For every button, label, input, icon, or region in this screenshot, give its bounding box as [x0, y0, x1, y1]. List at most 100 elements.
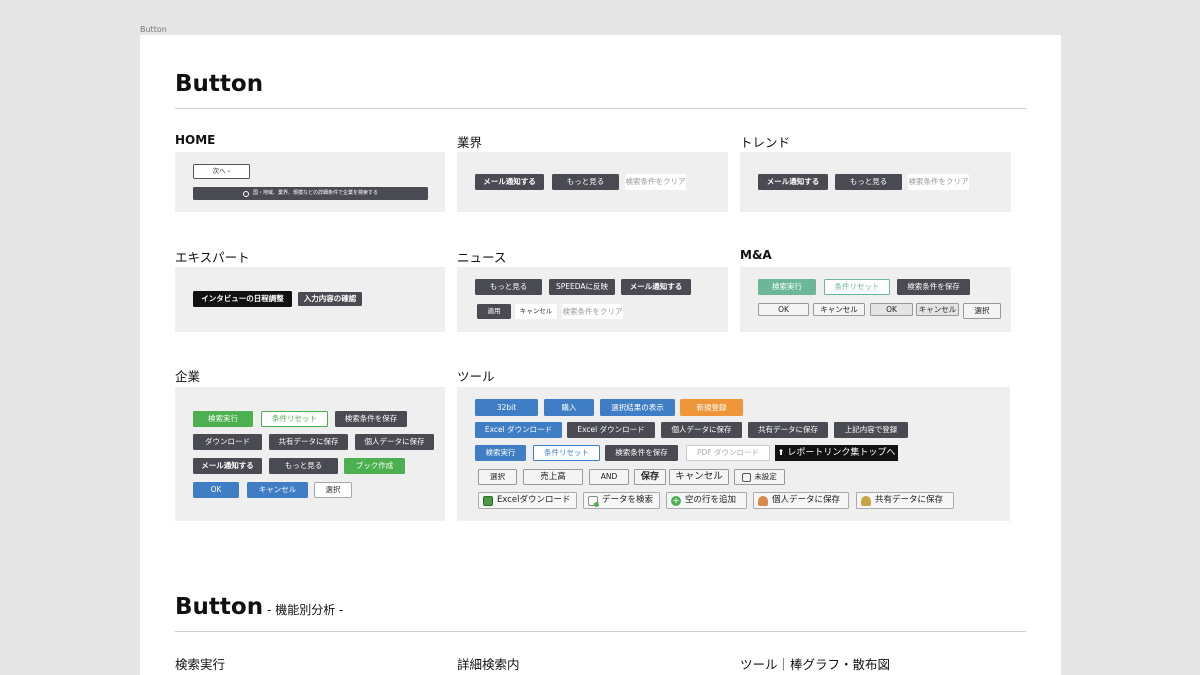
- save-conditions-button[interactable]: 検索条件を保存: [897, 279, 970, 295]
- cancel-button[interactable]: キャンセル: [515, 304, 557, 319]
- clear-conditions-button[interactable]: 検索条件をクリア: [908, 174, 969, 190]
- save-conditions-button[interactable]: 検索条件を保存: [335, 411, 407, 427]
- section-title-company: 企業: [175, 369, 201, 384]
- 32bit-button[interactable]: 32bit: [475, 399, 538, 416]
- reset-conditions-button[interactable]: 条件リセット: [261, 411, 328, 427]
- ok-button[interactable]: OK: [193, 482, 239, 498]
- confirm-input-button[interactable]: 入力内容の確認: [298, 292, 362, 306]
- register-above-button[interactable]: 上記内容で登録: [834, 422, 908, 438]
- report-top-label: レポートリンク集トップへ: [787, 447, 896, 458]
- ok-button-pressed[interactable]: OK: [870, 303, 913, 316]
- sales-button[interactable]: 売上高: [523, 469, 583, 485]
- speeda-reflect-button[interactable]: SPEEDAに反映: [549, 279, 615, 295]
- unset-button[interactable]: 未設定: [734, 469, 785, 485]
- divider: [175, 108, 1026, 109]
- mail-notify-button[interactable]: メール通知する: [621, 279, 691, 295]
- search-execute-button[interactable]: 検索実行: [475, 445, 526, 461]
- panel-tool: 32bit 購入 選択結果の表示 新規登録 Excel ダウンロード Excel…: [457, 387, 1010, 521]
- create-book-button[interactable]: ブック作成: [344, 458, 405, 474]
- report-top-button[interactable]: ⬆ レポートリンク集トップへ: [775, 445, 898, 461]
- document-search-icon: [588, 495, 599, 507]
- more-button[interactable]: もっと見る: [475, 279, 542, 295]
- save-shared-label: 共有データに保存: [875, 495, 944, 506]
- detail-search-label: 国・地域、業界、規模などの詳細条件で企業を検索する: [252, 190, 378, 196]
- page-title: Button: [175, 71, 264, 97]
- save-personal-label: 個人データに保存: [772, 495, 841, 506]
- panel-trend: メール通知する もっと見る 検索条件をクリア: [740, 152, 1011, 212]
- arrow-up-icon: ⬆: [777, 448, 785, 457]
- excel-download-label: Excelダウンロード: [497, 495, 571, 506]
- next-button[interactable]: 次へ ›: [193, 164, 250, 179]
- save-personal-button[interactable]: 個人データに保存: [355, 434, 434, 450]
- section-title-news: ニュース: [457, 250, 507, 265]
- search-execute-button[interactable]: 検索実行: [193, 411, 253, 427]
- more-button[interactable]: もっと見る: [269, 458, 338, 474]
- clear-conditions-button[interactable]: 検索条件をクリア: [562, 304, 623, 319]
- panel-ma: 検索実行 条件リセット 検索条件を保存 OK キャンセル OK キャンセル 選択: [740, 267, 1011, 332]
- search-data-button[interactable]: データを検索: [583, 492, 660, 509]
- save-button[interactable]: 保存: [634, 469, 666, 485]
- panel-news: もっと見る SPEEDAに反映 メール通知する 適用 キャンセル 検索条件をクリ…: [457, 267, 728, 332]
- section-title-home: HOME: [175, 133, 216, 147]
- select-button[interactable]: 選択: [314, 482, 352, 498]
- section-title-tool: ツール: [457, 369, 495, 384]
- page-title-functional-main: Button: [175, 594, 264, 620]
- search-icon: [242, 190, 249, 197]
- section-title-tool-chart: ツール｜棒グラフ・散布図: [740, 657, 891, 672]
- panel-expert: インタビューの日程調整 入力内容の確認: [175, 267, 445, 332]
- unset-label: 未設定: [754, 472, 777, 482]
- cancel-button[interactable]: キャンセル: [247, 482, 308, 498]
- plus-circle-icon: +: [671, 495, 681, 506]
- save-shared-button[interactable]: 共有データに保存: [748, 422, 828, 438]
- detail-search-button[interactable]: 国・地域、業界、規模などの詳細条件で企業を検索する: [193, 187, 428, 200]
- show-selected-button[interactable]: 選択結果の表示: [600, 399, 675, 416]
- divider: [175, 631, 1026, 632]
- page-title-functional: Button - 機能別分析 -: [175, 594, 343, 620]
- save-personal-button[interactable]: 個人データに保存: [661, 422, 742, 438]
- ok-button[interactable]: OK: [758, 303, 809, 316]
- mail-notify-button[interactable]: メール通知する: [193, 458, 262, 474]
- buy-button[interactable]: 購入: [544, 399, 594, 416]
- add-empty-row-button[interactable]: + 空の行を追加: [666, 492, 747, 509]
- save-shared-button[interactable]: 共有データに保存: [269, 434, 348, 450]
- pdf-download-button-disabled[interactable]: PDF ダウンロード: [686, 445, 770, 461]
- section-title-expert: エキスパート: [175, 250, 250, 265]
- clear-conditions-button[interactable]: 検索条件をクリア: [625, 174, 686, 190]
- excel-icon: [483, 495, 493, 506]
- more-button[interactable]: もっと見る: [552, 174, 619, 190]
- panel-home: 次へ › 国・地域、業界、規模などの詳細条件で企業を検索する: [175, 152, 445, 212]
- new-register-button[interactable]: 新規登録: [680, 399, 743, 416]
- section-title-search-exec: 検索実行: [175, 657, 226, 672]
- cancel-button-pressed[interactable]: キャンセル: [916, 303, 959, 316]
- and-button[interactable]: AND: [589, 469, 629, 485]
- reset-conditions-button[interactable]: 条件リセット: [824, 279, 890, 295]
- mail-notify-button[interactable]: メール通知する: [758, 174, 828, 190]
- user-icon: [758, 495, 768, 506]
- save-personal-icon-button[interactable]: 個人データに保存: [753, 492, 849, 509]
- section-title-detail-search: 詳細検索内: [457, 657, 520, 672]
- excel-download-button[interactable]: Excel ダウンロード: [475, 422, 562, 438]
- select-button[interactable]: 選択: [478, 469, 517, 485]
- panel-industry: メール通知する もっと見る 検索条件をクリア: [457, 152, 728, 212]
- save-conditions-button[interactable]: 検索条件を保存: [605, 445, 678, 461]
- cancel-button[interactable]: キャンセル: [669, 469, 729, 485]
- reset-conditions-button[interactable]: 条件リセット: [533, 445, 600, 461]
- schedule-interview-button[interactable]: インタビューの日程調整: [193, 291, 292, 307]
- search-execute-button[interactable]: 検索実行: [758, 279, 816, 295]
- apply-button[interactable]: 適用: [477, 304, 511, 319]
- cancel-button[interactable]: キャンセル: [813, 303, 865, 316]
- page-title-functional-sub: - 機能別分析 -: [267, 603, 344, 617]
- save-shared-icon-button[interactable]: 共有データに保存: [856, 492, 954, 509]
- panel-company: 検索実行 条件リセット 検索条件を保存 ダウンロード 共有データに保存 個人デー…: [175, 387, 445, 521]
- section-title-ma: M&A: [740, 248, 772, 262]
- frame-label: Button: [140, 25, 167, 34]
- more-button[interactable]: もっと見る: [835, 174, 902, 190]
- excel-download-dark-button[interactable]: Excel ダウンロード: [567, 422, 655, 438]
- select-button[interactable]: 選択: [963, 303, 1001, 319]
- canvas: Button HOME 次へ › 国・地域、業界、規模などの詳細条件で企業を検索…: [140, 35, 1061, 675]
- excel-download-icon-button[interactable]: Excelダウンロード: [478, 492, 577, 509]
- section-title-trend: トレンド: [740, 135, 791, 150]
- mail-notify-button[interactable]: メール通知する: [475, 174, 544, 190]
- add-empty-row-label: 空の行を追加: [685, 495, 737, 506]
- download-button[interactable]: ダウンロード: [193, 434, 262, 450]
